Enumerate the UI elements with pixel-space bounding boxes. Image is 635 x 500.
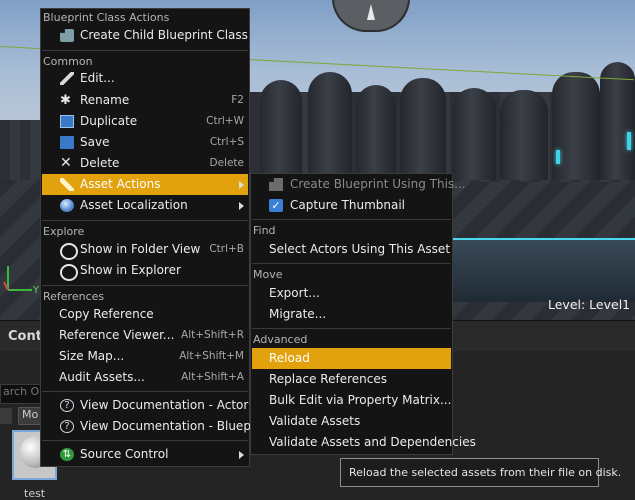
shortcut: Delete (209, 157, 245, 169)
menu-item-create-blueprint-using[interactable]: Create Blueprint Using This... (252, 174, 466, 195)
viewport-platform (450, 238, 635, 302)
edit-pencil-icon (60, 72, 74, 85)
wrench-icon (60, 178, 74, 191)
menu-item-duplicate[interactable]: Duplicate Ctrl+W (42, 111, 248, 132)
menu-item-view-doc-actor[interactable]: ? View Documentation - Actor (42, 395, 248, 416)
menu-item-reload[interactable]: Reload (252, 348, 451, 369)
menu-item-bulk-edit[interactable]: Bulk Edit via Property Matrix... (252, 390, 451, 411)
asset-actions-submenu: Create Blueprint Using This... ✓ Capture… (250, 173, 476, 455)
shortcut: Alt+Shift+R (181, 329, 244, 341)
section-find: Find (253, 224, 276, 237)
menu-item-size-map[interactable]: Size Map... Alt+Shift+M (42, 346, 248, 367)
shortcut: F2 (231, 94, 244, 106)
viewport-pillar (500, 90, 548, 180)
viewport-pillar (356, 85, 396, 180)
section-advanced: Advanced (253, 333, 308, 346)
section-blueprint-class-actions: Blueprint Class Actions (43, 11, 170, 24)
menu-item-edit[interactable]: Edit... (42, 68, 248, 89)
section-common: Common (43, 55, 93, 68)
menu-item-validate-dependencies[interactable]: Validate Assets and Dependencies (252, 432, 476, 453)
svg-text:Y: Y (32, 285, 40, 296)
asset-name: test (24, 487, 46, 500)
menu-separator (252, 263, 451, 264)
help-icon: ? (60, 399, 74, 412)
menu-separator (42, 391, 248, 392)
menu-item-show-in-folder-view[interactable]: Show in Folder View Ctrl+B (42, 239, 248, 260)
blueprint-icon (60, 29, 74, 42)
menu-separator (42, 440, 248, 441)
menu-item-save[interactable]: Save Ctrl+S (42, 132, 248, 153)
help-icon: ? (60, 420, 74, 433)
content-browser-filter-button[interactable] (0, 408, 12, 424)
shortcut: Ctrl+S (209, 136, 244, 148)
shortcut: Ctrl+W (206, 115, 244, 127)
submenu-arrow-icon (239, 181, 244, 189)
content-browser-search-input[interactable]: arch OR (0, 384, 44, 404)
section-references: References (43, 290, 105, 303)
menu-item-asset-localization[interactable]: Asset Localization (42, 195, 248, 216)
menu-item-source-control[interactable]: ⇅ Source Control (42, 444, 248, 465)
section-move: Move (253, 268, 283, 281)
menu-item-delete[interactable]: ✕ Delete Delete (42, 153, 248, 174)
menu-item-capture-thumbnail[interactable]: ✓ Capture Thumbnail (252, 195, 451, 216)
shortcut: Alt+Shift+A (181, 371, 244, 383)
checkbox-icon: ✓ (269, 199, 283, 212)
reload-tooltip: Reload the selected assets from their fi… (340, 458, 621, 487)
viewport-pillar (400, 78, 446, 180)
save-icon (60, 136, 74, 149)
viewport-compass-icon (332, 0, 410, 32)
menu-separator (42, 220, 248, 221)
menu-item-export[interactable]: Export... (252, 283, 451, 304)
delete-x-icon: ✕ (60, 155, 72, 171)
menu-item-reference-viewer[interactable]: Reference Viewer... Alt+Shift+R (42, 325, 248, 346)
search-icon (60, 243, 78, 260)
menu-separator (252, 328, 451, 329)
menu-item-audit-assets[interactable]: Audit Assets... Alt+Shift+A (42, 367, 248, 388)
menu-separator (42, 285, 248, 286)
search-icon (60, 264, 78, 281)
menu-separator (252, 219, 451, 220)
menu-item-replace-references[interactable]: Replace References (252, 369, 451, 390)
menu-item-select-actors[interactable]: Select Actors Using This Asset (252, 239, 451, 260)
menu-item-view-doc-blueprint[interactable]: ? View Documentation - Blueprint (42, 416, 272, 437)
duplicate-icon (60, 115, 74, 128)
rename-icon: ✱ (60, 93, 71, 108)
menu-item-migrate[interactable]: Migrate... (252, 304, 451, 325)
menu-item-validate-assets[interactable]: Validate Assets (252, 411, 451, 432)
blueprint-icon (269, 178, 283, 191)
viewport-glow (627, 132, 631, 150)
shortcut: Ctrl+B (209, 243, 244, 255)
axis-gizmo-icon: Y (3, 266, 40, 296)
level-label: Level: Level1 (P (548, 297, 635, 312)
menu-item-create-child-blueprint[interactable]: Create Child Blueprint Class (42, 25, 248, 46)
section-explore: Explore (43, 225, 85, 238)
viewport-pillar (452, 88, 496, 180)
submenu-arrow-icon (239, 451, 244, 459)
viewport-pillar (260, 80, 302, 180)
submenu-arrow-icon (239, 202, 244, 210)
viewport-pillar (308, 72, 352, 180)
menu-separator (42, 50, 248, 51)
viewport-glow (556, 150, 560, 164)
menu-item-rename[interactable]: ✱ Rename F2 (42, 90, 248, 111)
shortcut: Alt+Shift+M (179, 350, 244, 362)
globe-icon (60, 199, 74, 212)
asset-context-menu: Blueprint Class Actions Create Child Blu… (40, 8, 272, 467)
source-control-icon: ⇅ (60, 448, 74, 461)
tooltip-text: Reload the selected assets from their fi… (349, 466, 622, 479)
menu-item-copy-reference[interactable]: Copy Reference (42, 304, 248, 325)
menu-item-asset-actions[interactable]: Asset Actions (42, 174, 248, 195)
menu-item-show-in-explorer[interactable]: Show in Explorer (42, 260, 248, 281)
